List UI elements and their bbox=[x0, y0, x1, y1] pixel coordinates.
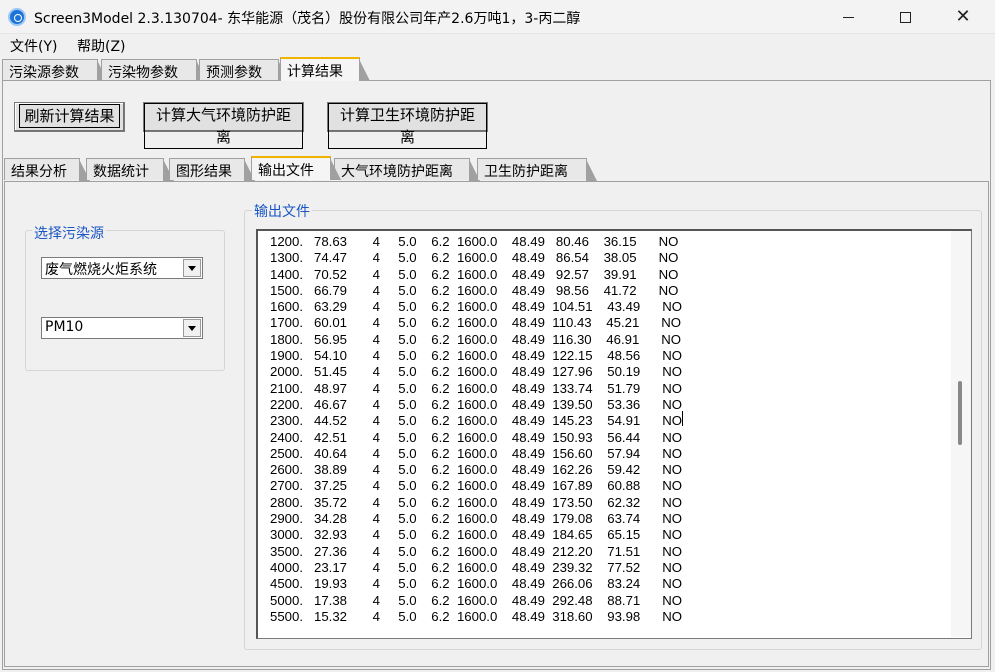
app-icon bbox=[8, 8, 26, 26]
close-button[interactable]: ✕ bbox=[937, 0, 989, 34]
output-line: 2700. 37.25 4 5.0 6.2 1600.0 48.49 167.8… bbox=[270, 478, 683, 494]
output-line: 2400. 42.51 4 5.0 6.2 1600.0 48.49 150.9… bbox=[270, 429, 683, 445]
source-select[interactable]: 废气燃烧火炬系统 bbox=[41, 257, 203, 279]
output-line: 1500. 66.79 4 5.0 6.2 1600.0 48.49 98.56… bbox=[270, 282, 679, 298]
tab-health-protection-distance[interactable]: 卫生防护距离 bbox=[477, 158, 597, 181]
output-line: 5000. 17.38 4 5.0 6.2 1600.0 48.49 292.4… bbox=[270, 592, 683, 608]
output-line: 2500. 40.64 4 5.0 6.2 1600.0 48.49 156.6… bbox=[270, 445, 683, 461]
tab-output-file[interactable]: 输出文件 bbox=[251, 156, 341, 180]
output-line: 2000. 51.45 4 5.0 6.2 1600.0 48.49 127.9… bbox=[270, 364, 683, 380]
output-line: 2100. 48.97 4 5.0 6.2 1600.0 48.49 133.7… bbox=[270, 380, 683, 396]
tab-graphic-results[interactable]: 图形结果 bbox=[169, 158, 255, 181]
minimize-button[interactable] bbox=[822, 0, 874, 34]
output-line: 5500. 15.32 4 5.0 6.2 1600.0 48.49 318.6… bbox=[270, 608, 683, 624]
output-line: 2800. 35.72 4 5.0 6.2 1600.0 48.49 173.5… bbox=[270, 494, 683, 510]
refresh-results-button[interactable]: 刷新计算结果 bbox=[14, 102, 125, 132]
output-line: 1300. 74.47 4 5.0 6.2 1600.0 48.49 86.54… bbox=[270, 250, 679, 266]
output-line: 1400. 70.52 4 5.0 6.2 1600.0 48.49 92.57… bbox=[270, 266, 679, 282]
pollutant-select[interactable]: PM10 bbox=[41, 317, 203, 339]
calc-air-protection-label: 计算大气环境防护距离 bbox=[144, 103, 303, 149]
output-group-legend: 输出文件 bbox=[252, 201, 312, 221]
output-line: 1600. 63.29 4 5.0 6.2 1600.0 48.49 104.5… bbox=[270, 299, 683, 315]
output-line: 2200. 46.67 4 5.0 6.2 1600.0 48.49 139.5… bbox=[270, 396, 683, 412]
maximize-button[interactable] bbox=[879, 0, 931, 34]
maximize-icon bbox=[899, 12, 911, 23]
source-groupbox bbox=[25, 230, 225, 371]
menu-help[interactable]: 帮助(Z) bbox=[77, 36, 126, 56]
calc-health-protection-label: 计算卫生环境防护距离 bbox=[328, 103, 487, 149]
output-line: 1200. 78.63 4 5.0 6.2 1600.0 48.49 80.46… bbox=[270, 234, 679, 249]
tab-pollution-source-params[interactable]: 污染源参数 bbox=[2, 59, 108, 82]
chevron-down-icon[interactable] bbox=[183, 259, 201, 277]
output-line: 2300. 44.52 4 5.0 6.2 1600.0 48.49 145.2… bbox=[270, 413, 683, 429]
output-line: 4000. 23.17 4 5.0 6.2 1600.0 48.49 239.3… bbox=[270, 559, 683, 575]
menu-file[interactable]: 文件(Y) bbox=[10, 36, 57, 56]
tab-result-analysis[interactable]: 结果分析 bbox=[4, 158, 90, 181]
output-line: 3000. 32.93 4 5.0 6.2 1600.0 48.49 184.6… bbox=[270, 527, 683, 543]
vertical-scrollbar[interactable] bbox=[951, 231, 971, 637]
tab-data-statistics[interactable]: 数据统计 bbox=[86, 158, 174, 181]
source-group-legend: 选择污染源 bbox=[32, 223, 106, 243]
output-line: 2900. 34.28 4 5.0 6.2 1600.0 48.49 179.0… bbox=[270, 511, 683, 527]
tab-pollutant-params[interactable]: 污染物参数 bbox=[101, 59, 207, 82]
output-lines: 1200. 78.63 4 5.0 6.2 1600.0 48.49 80.46… bbox=[270, 234, 682, 625]
output-line: 3500. 27.36 4 5.0 6.2 1600.0 48.49 212.2… bbox=[270, 543, 683, 559]
output-line: 1800. 56.95 4 5.0 6.2 1600.0 48.49 116.3… bbox=[270, 331, 682, 347]
menu-bar: 文件(Y) 帮助(Z) bbox=[0, 34, 995, 56]
title-bar: Screen3Model 2.3.130704- 东华能源（茂名）股份有限公司年… bbox=[0, 0, 995, 34]
calc-air-protection-button[interactable]: 计算大气环境防护距离 bbox=[143, 102, 304, 149]
output-line: 2600. 38.89 4 5.0 6.2 1600.0 48.49 162.2… bbox=[270, 462, 683, 478]
source-select-value: 废气燃烧火炬系统 bbox=[45, 262, 157, 278]
tab-air-protection-distance[interactable]: 大气环境防护距离 bbox=[334, 158, 480, 181]
output-line: 1900. 54.10 4 5.0 6.2 1600.0 48.49 122.1… bbox=[270, 348, 683, 364]
scrollbar-thumb[interactable] bbox=[958, 381, 962, 445]
calc-health-protection-button[interactable]: 计算卫生环境防护距离 bbox=[327, 102, 488, 149]
output-textarea[interactable]: 1200. 78.63 4 5.0 6.2 1600.0 48.49 80.46… bbox=[256, 229, 972, 639]
tab-calc-results[interactable]: 计算结果 bbox=[280, 57, 370, 81]
output-line: 4500. 19.93 4 5.0 6.2 1600.0 48.49 266.0… bbox=[270, 576, 683, 592]
pollutant-select-value: PM10 bbox=[45, 319, 84, 335]
window-title: Screen3Model 2.3.130704- 东华能源（茂名）股份有限公司年… bbox=[34, 11, 581, 27]
minimize-icon bbox=[842, 17, 854, 18]
text-caret bbox=[682, 411, 683, 426]
output-line: 1700. 60.01 4 5.0 6.2 1600.0 48.49 110.4… bbox=[270, 315, 682, 331]
close-icon: ✕ bbox=[955, 6, 971, 27]
chevron-down-icon[interactable] bbox=[183, 319, 201, 337]
refresh-results-label: 刷新计算结果 bbox=[19, 104, 120, 128]
tab-prediction-params[interactable]: 预测参数 bbox=[199, 59, 289, 82]
